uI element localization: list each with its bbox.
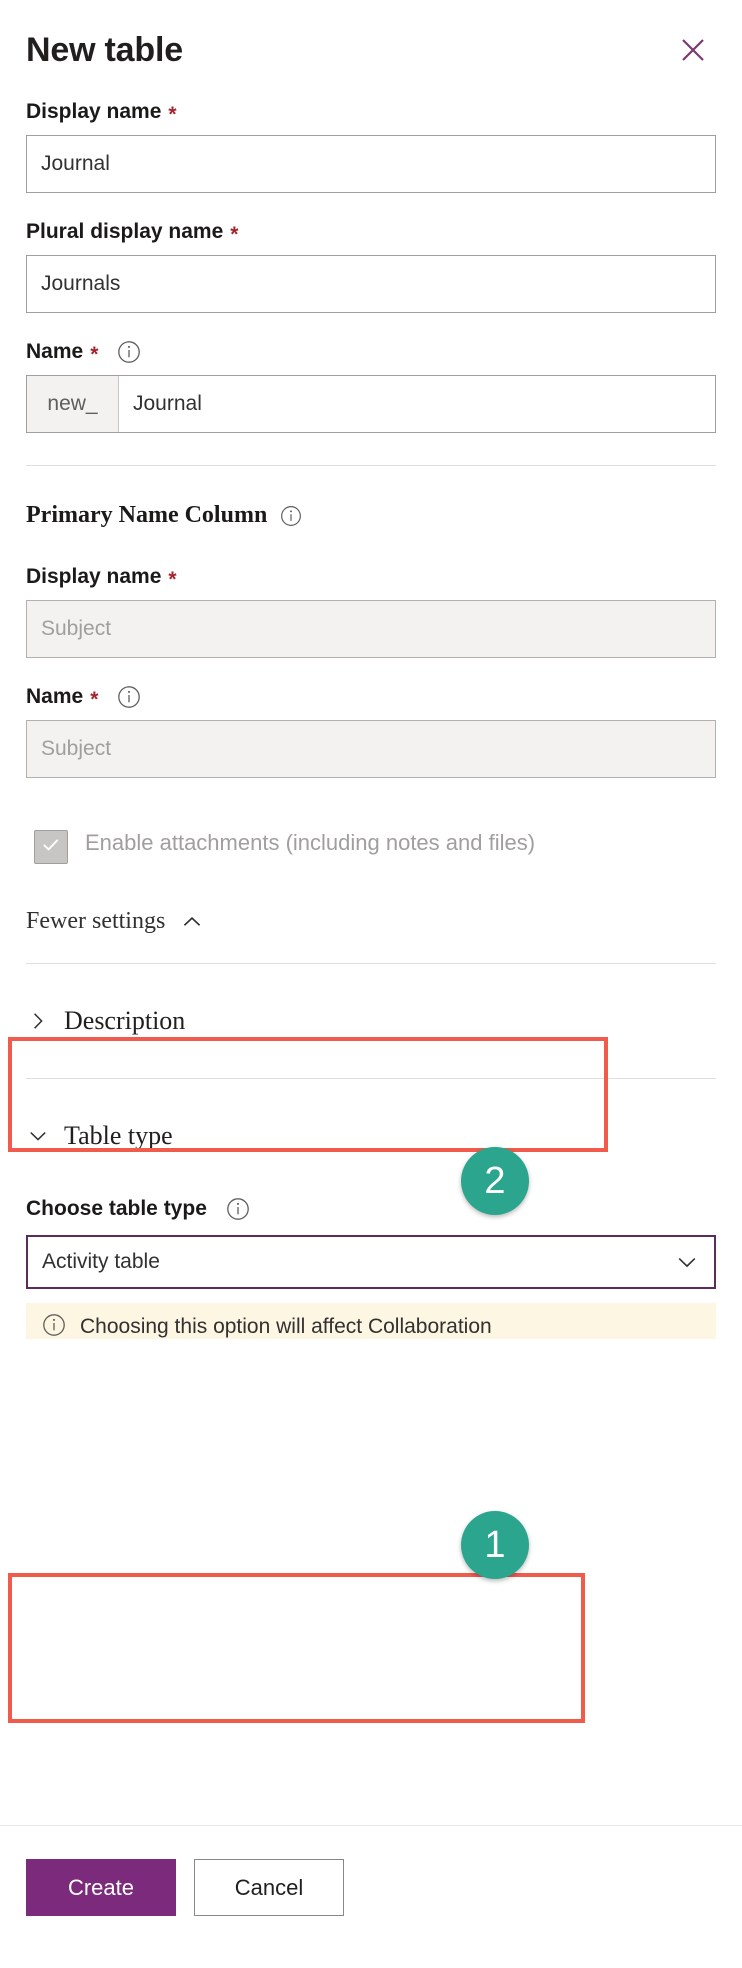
field-primary-display-name: Display name *: [26, 565, 716, 658]
panel-footer: Create Cancel: [0, 1825, 742, 1968]
name-input-group: new_: [26, 375, 716, 433]
name-input[interactable]: [119, 376, 715, 432]
info-icon[interactable]: [117, 685, 141, 709]
display-name-label-text: Display name: [26, 100, 162, 123]
field-primary-name: Name *: [26, 685, 716, 778]
primary-name-column-heading: Primary Name Column: [26, 502, 716, 529]
close-icon: [678, 35, 708, 65]
info-icon[interactable]: [226, 1197, 250, 1221]
chevron-up-icon: [179, 909, 205, 935]
enable-attachments-checkbox: Enable attachments (including notes and …: [26, 822, 716, 868]
info-icon[interactable]: [117, 340, 141, 364]
divider-2: [26, 963, 716, 964]
create-button[interactable]: Create: [26, 1859, 176, 1916]
primary-name-column-heading-text: Primary Name Column: [26, 502, 268, 528]
table-type-section-label: Table type: [64, 1121, 173, 1150]
required-marker: *: [168, 102, 177, 126]
name-prefix: new_: [27, 376, 119, 432]
page-title: New table: [26, 30, 183, 69]
required-marker: *: [90, 687, 99, 711]
primary-display-name-input: [26, 600, 716, 658]
plural-display-name-input[interactable]: [26, 255, 716, 313]
required-marker: *: [230, 222, 239, 246]
info-icon[interactable]: [279, 504, 303, 528]
fewer-settings-label: Fewer settings: [26, 908, 166, 934]
new-table-panel: New table Display name * Plural display …: [0, 0, 742, 1968]
name-label-text: Name: [26, 340, 84, 363]
plural-display-name-label: Plural display name *: [26, 220, 716, 246]
primary-name-input: [26, 720, 716, 778]
close-button[interactable]: [672, 29, 714, 71]
field-plural-display-name: Plural display name *: [26, 220, 716, 313]
primary-display-name-label: Display name *: [26, 565, 716, 591]
primary-name-label-text: Name: [26, 685, 84, 708]
info-circle-icon: [42, 1313, 66, 1340]
required-marker: *: [90, 342, 99, 366]
display-name-label: Display name *: [26, 100, 716, 126]
table-type-section-toggle[interactable]: Table type: [26, 1121, 716, 1151]
field-name: Name * new_: [26, 340, 716, 433]
divider-3: [26, 1078, 716, 1079]
checkbox-box: [34, 830, 68, 864]
check-icon: [41, 835, 61, 860]
field-choose-table-type: Choose table type Activity table: [26, 1197, 716, 1289]
table-type-warning-text: Choosing this option will affect Collabo…: [80, 1315, 492, 1338]
choose-table-type-label-text: Choose table type: [26, 1197, 207, 1220]
panel-header: New table: [0, 0, 742, 100]
primary-display-name-label-text: Display name: [26, 565, 162, 588]
chevron-down-icon: [26, 1124, 50, 1148]
form-body: Display name * Plural display name * Nam…: [0, 100, 742, 1825]
field-display-name: Display name *: [26, 100, 716, 193]
description-section-toggle[interactable]: Description: [26, 1006, 716, 1036]
plural-display-name-label-text: Plural display name: [26, 220, 224, 243]
primary-name-label: Name *: [26, 685, 716, 711]
table-type-warning: Choosing this option will affect Collabo…: [26, 1303, 716, 1339]
step-badge-2: 2: [461, 1147, 529, 1215]
table-type-dropdown[interactable]: Activity table: [26, 1235, 716, 1289]
required-marker: *: [168, 567, 177, 591]
step-badge-1: 1: [461, 1511, 529, 1579]
name-label: Name *: [26, 340, 716, 366]
divider-1: [26, 465, 716, 466]
choose-table-type-label: Choose table type: [26, 1197, 716, 1221]
fewer-settings-toggle[interactable]: Fewer settings: [26, 908, 716, 935]
chevron-down-icon: [674, 1249, 700, 1275]
description-section-label: Description: [64, 1006, 186, 1035]
enable-attachments-label: Enable attachments (including notes and …: [85, 830, 536, 855]
display-name-input[interactable]: [26, 135, 716, 193]
cancel-button[interactable]: Cancel: [194, 1859, 344, 1916]
table-type-selected-value: Activity table: [42, 1250, 160, 1273]
chevron-right-icon: [26, 1009, 50, 1033]
